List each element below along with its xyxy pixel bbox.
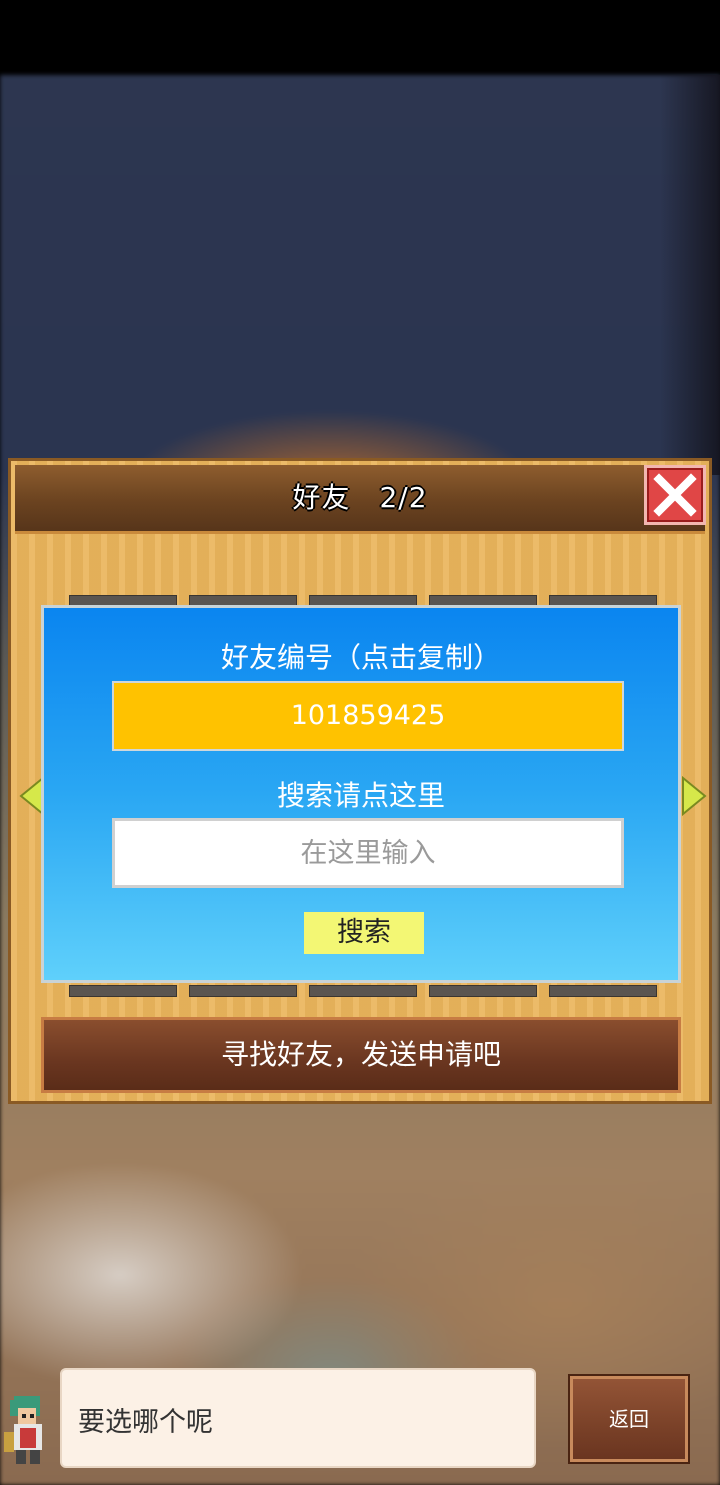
- tab-slot: [69, 985, 177, 997]
- tab-slot: [189, 985, 297, 997]
- background-shadow: [660, 75, 720, 475]
- bottom-dialog-area: 要选哪个呢 返回: [0, 1368, 720, 1485]
- friend-id-label: 好友编号（点击复制）: [220, 641, 501, 674]
- dialog-title-bar: 好友 2/2: [15, 465, 705, 534]
- find-friends-button[interactable]: 寻找好友，发送申请吧: [41, 1017, 681, 1093]
- friends-dialog: 好友 2/2 好友编号（点击复制） 101859425 搜索请点这里 搜索 寻找…: [8, 458, 712, 1104]
- search-button[interactable]: 搜索: [304, 912, 424, 954]
- speech-text: 要选哪个呢: [78, 1407, 213, 1438]
- character-avatar: [4, 1396, 42, 1464]
- friend-id-copy-field[interactable]: 101859425: [112, 681, 624, 751]
- tab-slot: [549, 985, 657, 997]
- arrow-right-icon[interactable]: [681, 776, 707, 816]
- tab-slot: [429, 985, 537, 997]
- back-button[interactable]: 返回: [570, 1376, 688, 1462]
- close-icon: [653, 473, 697, 517]
- dialog-title: 好友 2/2: [292, 481, 428, 514]
- close-button[interactable]: [644, 465, 706, 525]
- page-tabs-bottom: [69, 985, 669, 997]
- tab-slot: [309, 985, 417, 997]
- status-bar: [0, 0, 720, 75]
- friend-panel: 好友编号（点击复制） 101859425 搜索请点这里 搜索: [41, 605, 681, 983]
- search-label: 搜索请点这里: [276, 779, 445, 812]
- search-input[interactable]: [112, 818, 624, 888]
- speech-bubble: 要选哪个呢: [60, 1368, 536, 1468]
